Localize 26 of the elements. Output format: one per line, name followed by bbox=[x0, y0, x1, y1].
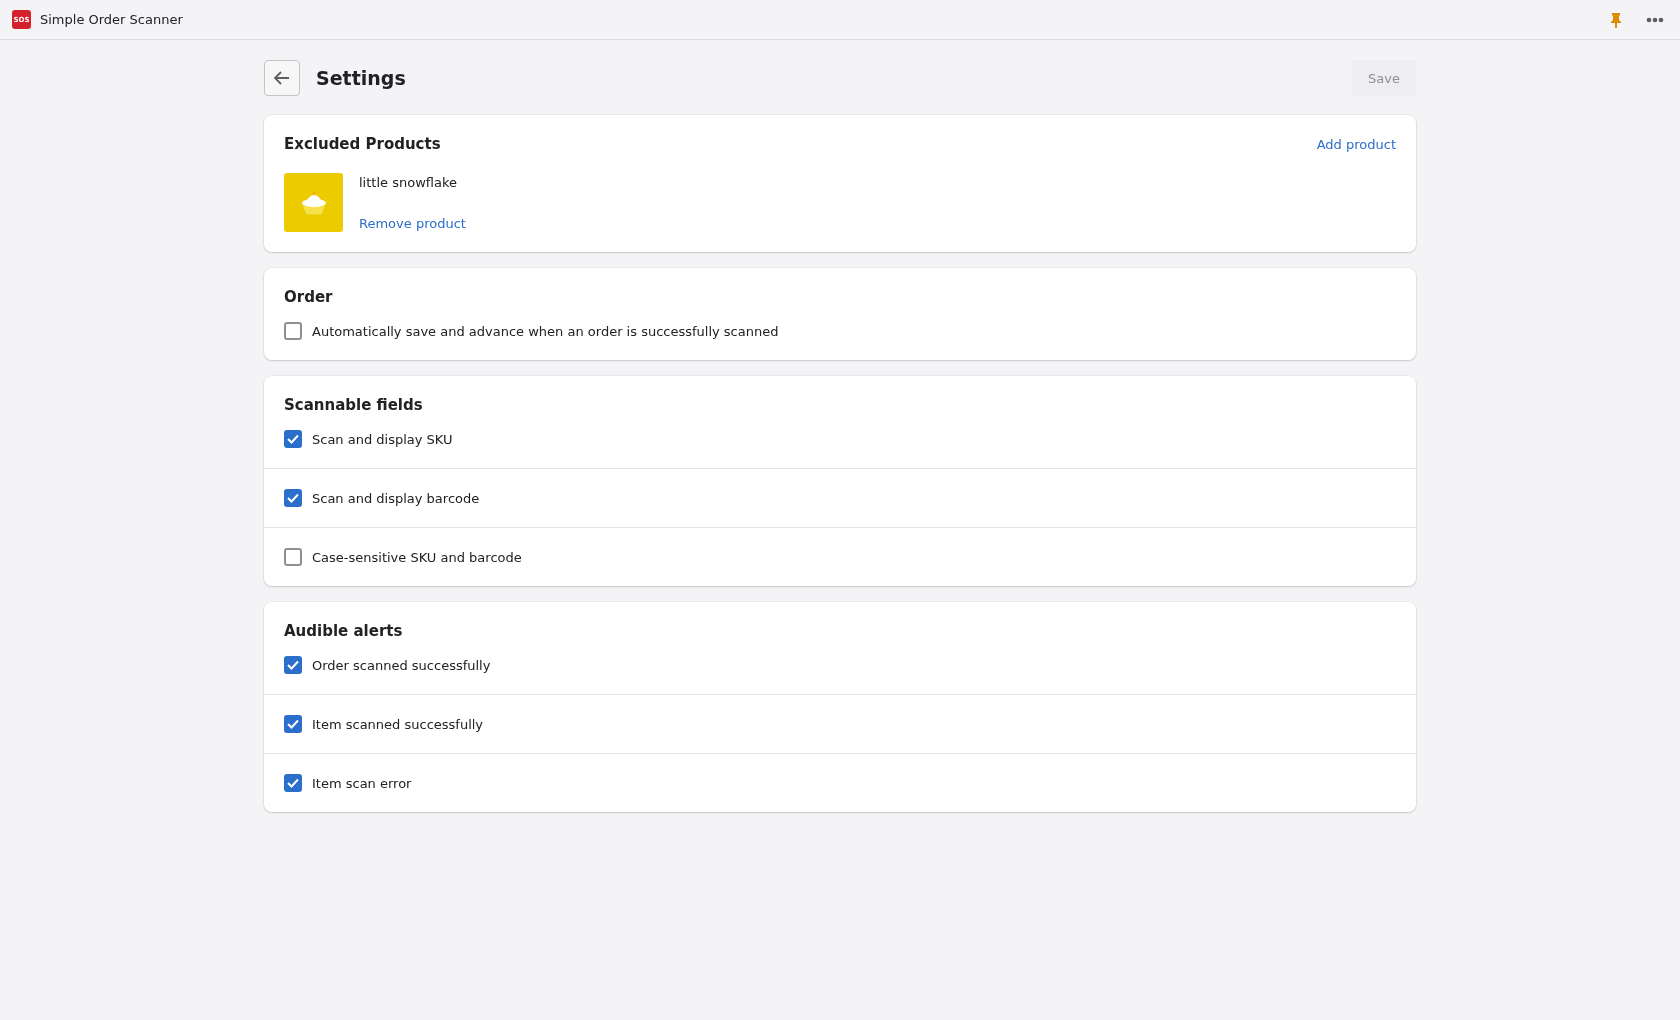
checkbox[interactable] bbox=[284, 322, 302, 340]
checkbox-label: Order scanned successfully bbox=[312, 657, 491, 673]
checkbox[interactable] bbox=[284, 489, 302, 507]
checkbox-label: Item scan error bbox=[312, 775, 412, 791]
card-title: Order bbox=[284, 288, 333, 306]
card-title: Excluded Products bbox=[284, 135, 441, 153]
remove-product-link[interactable]: Remove product bbox=[359, 216, 466, 231]
checkbox-label: Case-sensitive SKU and barcode bbox=[312, 549, 522, 565]
more-icon[interactable] bbox=[1646, 16, 1664, 23]
page-title: Settings bbox=[316, 67, 407, 89]
add-product-link[interactable]: Add product bbox=[1316, 136, 1396, 152]
checkbox[interactable] bbox=[284, 774, 302, 792]
checkbox[interactable] bbox=[284, 715, 302, 733]
checkbox[interactable] bbox=[284, 430, 302, 448]
back-button[interactable] bbox=[264, 60, 300, 96]
card-title: Scannable fields bbox=[284, 396, 423, 414]
app-title: Simple Order Scanner bbox=[40, 12, 184, 27]
card-title: Audible alerts bbox=[284, 622, 403, 640]
checkbox-label: Automatically save and advance when an order is successfully scanned bbox=[312, 323, 779, 339]
checkbox[interactable] bbox=[284, 656, 302, 674]
product-name: little snowflake bbox=[359, 175, 458, 190]
checkbox-label: Scan and display barcode bbox=[312, 490, 480, 506]
checkbox[interactable] bbox=[284, 548, 302, 566]
checkbox-label: Scan and display SKU bbox=[312, 431, 453, 447]
back-arrow-icon bbox=[274, 71, 290, 85]
checkbox-label: Item scanned successfully bbox=[312, 716, 484, 732]
